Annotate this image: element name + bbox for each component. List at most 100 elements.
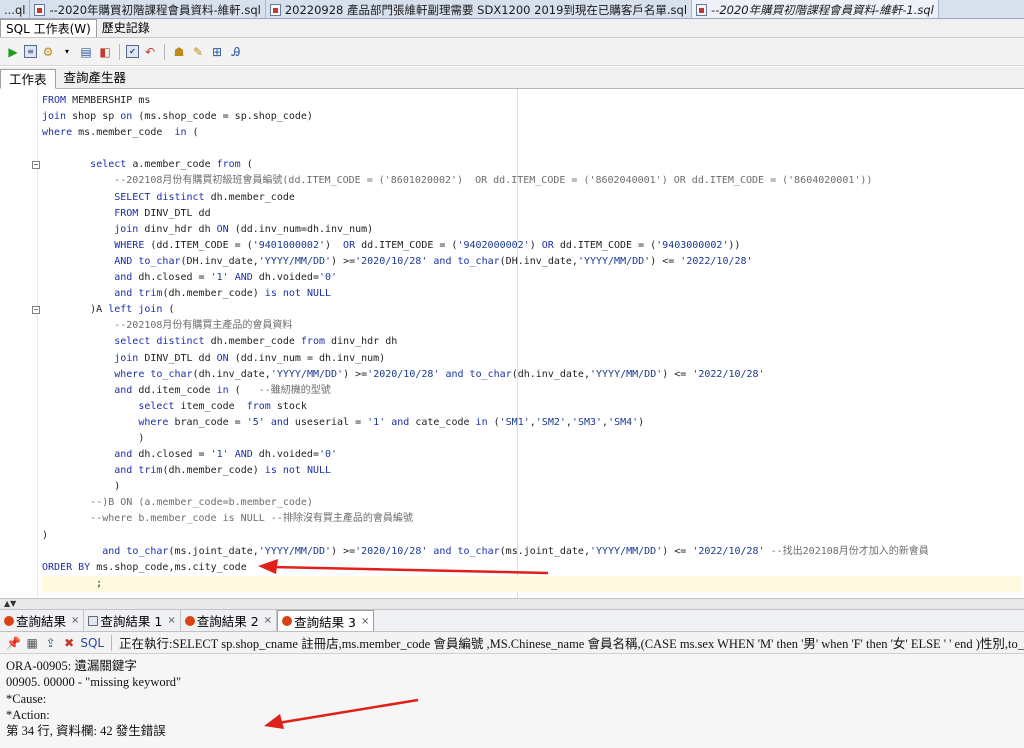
code-line[interactable]: ORDER BY ms.shop_code,ms.city_code [42, 560, 1022, 576]
explain-plan-icon[interactable]: ▤ [78, 44, 94, 60]
code-line[interactable]: − select a.member_code from ( [32, 157, 1022, 173]
error-line: ORA-00905: 遺漏關鍵字 [6, 659, 137, 673]
error-output: ORA-00905: 遺漏關鍵字 00905. 00000 - "missing… [0, 654, 1024, 748]
tab-query-result[interactable]: 查詢結果 × [0, 610, 85, 631]
code-line[interactable]: --202108月份有購買主產品的會員資料 [42, 318, 1022, 334]
code-line[interactable]: and to_char(ms.joint_date,'YYYY/MM/DD') … [42, 544, 1022, 560]
code-line[interactable]: ) [42, 528, 1022, 544]
run-statement-icon[interactable]: ▶ [5, 44, 21, 60]
tab-sql-worksheet[interactable]: SQL 工作表(W) [0, 19, 97, 37]
autotrace-icon[interactable]: ⚙ [40, 44, 56, 60]
file-tab-label: 20220928 產品部門張維軒副理需要 SDX1200 2019到現在已購客戶… [284, 2, 688, 17]
file-tab-label: --2020年購買初階課程會員資料-維軒-1.sql [711, 2, 934, 17]
tab-query-result-2[interactable]: 查詢結果 2 × [181, 610, 278, 631]
tab-query-result-3[interactable]: 查詢結果 3 × [277, 610, 375, 631]
sql-file-icon [34, 3, 46, 16]
sql-file-icon [696, 3, 708, 16]
code-line[interactable]: and dh.closed = '1' AND dh.voided='0' [42, 447, 1022, 463]
code-line[interactable]: WHERE (dd.ITEM_CODE = ('9401000002') OR … [42, 238, 1022, 254]
panel-splitter[interactable]: ▲▼ [0, 598, 1024, 610]
code-line[interactable]: and trim(dh.member_code) is not NULL [42, 463, 1022, 479]
code-line[interactable]: --where b.member_code is NULL --排除沒有買主產品… [42, 511, 1022, 527]
sql-link[interactable]: SQL [80, 636, 104, 650]
code-line[interactable]: − )A left join ( [32, 302, 1022, 318]
tab-worksheet[interactable]: 工作表 [0, 69, 56, 89]
code-line[interactable]: where bran_code = '5' and useserial = '1… [42, 415, 1022, 431]
fold-toggle-icon[interactable]: − [32, 306, 40, 315]
result-icon [282, 616, 293, 626]
error-line: 00905. 00000 - "missing keyword" [6, 675, 182, 690]
delete-icon[interactable]: ✖ [62, 635, 76, 651]
sql-file-icon [269, 3, 281, 16]
pin-icon[interactable]: 📌 [6, 635, 21, 651]
code-line[interactable]: where to_char(dh.inv_date,'YYYY/MM/DD') … [42, 367, 1022, 383]
result-toolbar: 📌 ▦ ⇪ ✖ SQL 正在執行:SELECT sp.shop_cname 註冊… [0, 632, 1024, 654]
sql-editor[interactable]: FROM MEMBERSHIP ms join shop sp on (ms.sh… [0, 89, 1024, 598]
code-line[interactable]: ) [42, 479, 1022, 495]
tab-label: 查詢結果 1 [100, 614, 163, 629]
fold-toggle-icon[interactable]: − [32, 161, 40, 170]
code-line[interactable]: ) [42, 431, 1022, 447]
file-tab[interactable]: 20220928 產品部門張維軒副理需要 SDX1200 2019到現在已購客戶… [266, 0, 693, 18]
result-icon [4, 615, 14, 626]
rollback-icon[interactable]: ↶ [142, 44, 158, 60]
code-line[interactable]: select distinct dh.member_code from dinv… [42, 334, 1022, 350]
code-line[interactable]: ; [42, 575, 1022, 592]
code-line[interactable]: FROM DINV_DTL dd [42, 206, 1022, 222]
history-icon[interactable]: ⊞ [209, 44, 225, 60]
tab-label: 查詢結果 2 [196, 614, 259, 629]
code-line[interactable]: and dh.closed = '1' AND dh.voided='0' [42, 270, 1022, 286]
error-line: *Action: [6, 707, 50, 722]
code-line[interactable]: join dinv_hdr dh ON (dd.inv_num=dh.inv_n… [42, 222, 1022, 238]
result-tabs: 查詢結果 × 查詢結果 1 × 查詢結果 2 × 查詢結果 3 × [0, 610, 1024, 632]
worksheet-subtabs: SQL 工作表(W) 歷史記錄 [0, 19, 1024, 38]
close-icon[interactable]: × [167, 615, 175, 626]
close-icon[interactable]: × [71, 615, 79, 626]
code-line[interactable]: and dd.item_code in ( --雖紉機的型號 [42, 383, 1022, 399]
file-tab-active[interactable]: --2020年購買初階課程會員資料-維軒-1.sql [692, 0, 939, 18]
worksheet-toolbar: ▶ ≡ ⚙ ▾ ▤ ◧ ✔ ↶ ☗ ✎ ⊞ Ꭿ [0, 38, 1024, 66]
code-line[interactable]: where ms.member_code in ( [42, 125, 1022, 141]
error-line: *Cause: [6, 691, 47, 706]
unshared-sql-icon[interactable]: ☗ [171, 44, 187, 60]
file-tab[interactable]: ...ql [0, 0, 31, 18]
file-tab-bar: ...ql --2020年購買初階課程會員資料-維軒.sql 20220928 … [0, 0, 1024, 19]
error-line: 第 34 行, 資料欄: 42 發生錯誤 [6, 724, 166, 739]
code-line[interactable]: --202108月份有購買初級班會員編號(dd.ITEM_CODE = ('86… [42, 173, 1022, 189]
toolbar-separator [119, 43, 120, 60]
code-line[interactable]: select item_code from stock [42, 399, 1022, 415]
code-area[interactable]: FROM MEMBERSHIP ms join shop sp on (ms.sh… [32, 93, 1022, 592]
file-tab-label: --2020年購買初階課程會員資料-維軒.sql [49, 2, 261, 17]
tab-label: 查詢結果 [16, 614, 67, 629]
commit-icon[interactable]: ✔ [126, 45, 139, 58]
result-icon [88, 615, 99, 626]
result-icon [184, 615, 195, 626]
code-line[interactable]: SELECT distinct dh.member_code [42, 190, 1022, 206]
code-line[interactable]: and trim(dh.member_code) is not NULL [42, 286, 1022, 302]
file-tab-label: ...ql [4, 2, 26, 17]
tab-query-result-1[interactable]: 查詢結果 1 × [84, 610, 181, 631]
code-line[interactable]: FROM MEMBERSHIP ms [42, 93, 1022, 109]
worksheet-mode-tabs: 工作表 查詢產生器 [0, 67, 1024, 89]
close-icon[interactable]: × [361, 616, 369, 627]
close-icon[interactable]: × [264, 615, 272, 626]
code-line[interactable]: --)B ON (a.member_code=b.member_code) [42, 495, 1022, 511]
toolbar-separator [164, 43, 165, 60]
tab-label: 查詢結果 3 [294, 614, 356, 630]
dropdown-icon[interactable]: ▾ [59, 44, 75, 60]
tab-history[interactable]: 歷史記錄 [97, 19, 155, 37]
code-line[interactable]: join shop sp on (ms.shop_code = sp.shop_… [42, 109, 1022, 125]
code-line[interactable]: join DINV_DTL dd ON (dd.inv_num = dh.inv… [42, 351, 1022, 367]
code-line[interactable]: AND to_char(DH.inv_date,'YYYY/MM/DD') >=… [42, 254, 1022, 270]
execution-status: 正在執行:SELECT sp.shop_cname 註冊店,ms.member_… [119, 637, 1024, 651]
toolbar-separator [111, 634, 113, 651]
export-icon[interactable]: ⇪ [43, 635, 57, 651]
run-script-icon[interactable]: ≡ [24, 45, 37, 58]
tab-query-builder[interactable]: 查詢產生器 [56, 68, 135, 88]
autotrace-plan-icon[interactable]: ◧ [97, 44, 113, 60]
file-tab[interactable]: --2020年購買初階課程會員資料-維軒.sql [30, 0, 266, 18]
eraser-icon[interactable]: ✎ [190, 44, 206, 60]
format-icon[interactable]: Ꭿ [228, 44, 244, 60]
code-line[interactable] [42, 141, 1022, 157]
print-icon[interactable]: ▦ [25, 635, 39, 651]
